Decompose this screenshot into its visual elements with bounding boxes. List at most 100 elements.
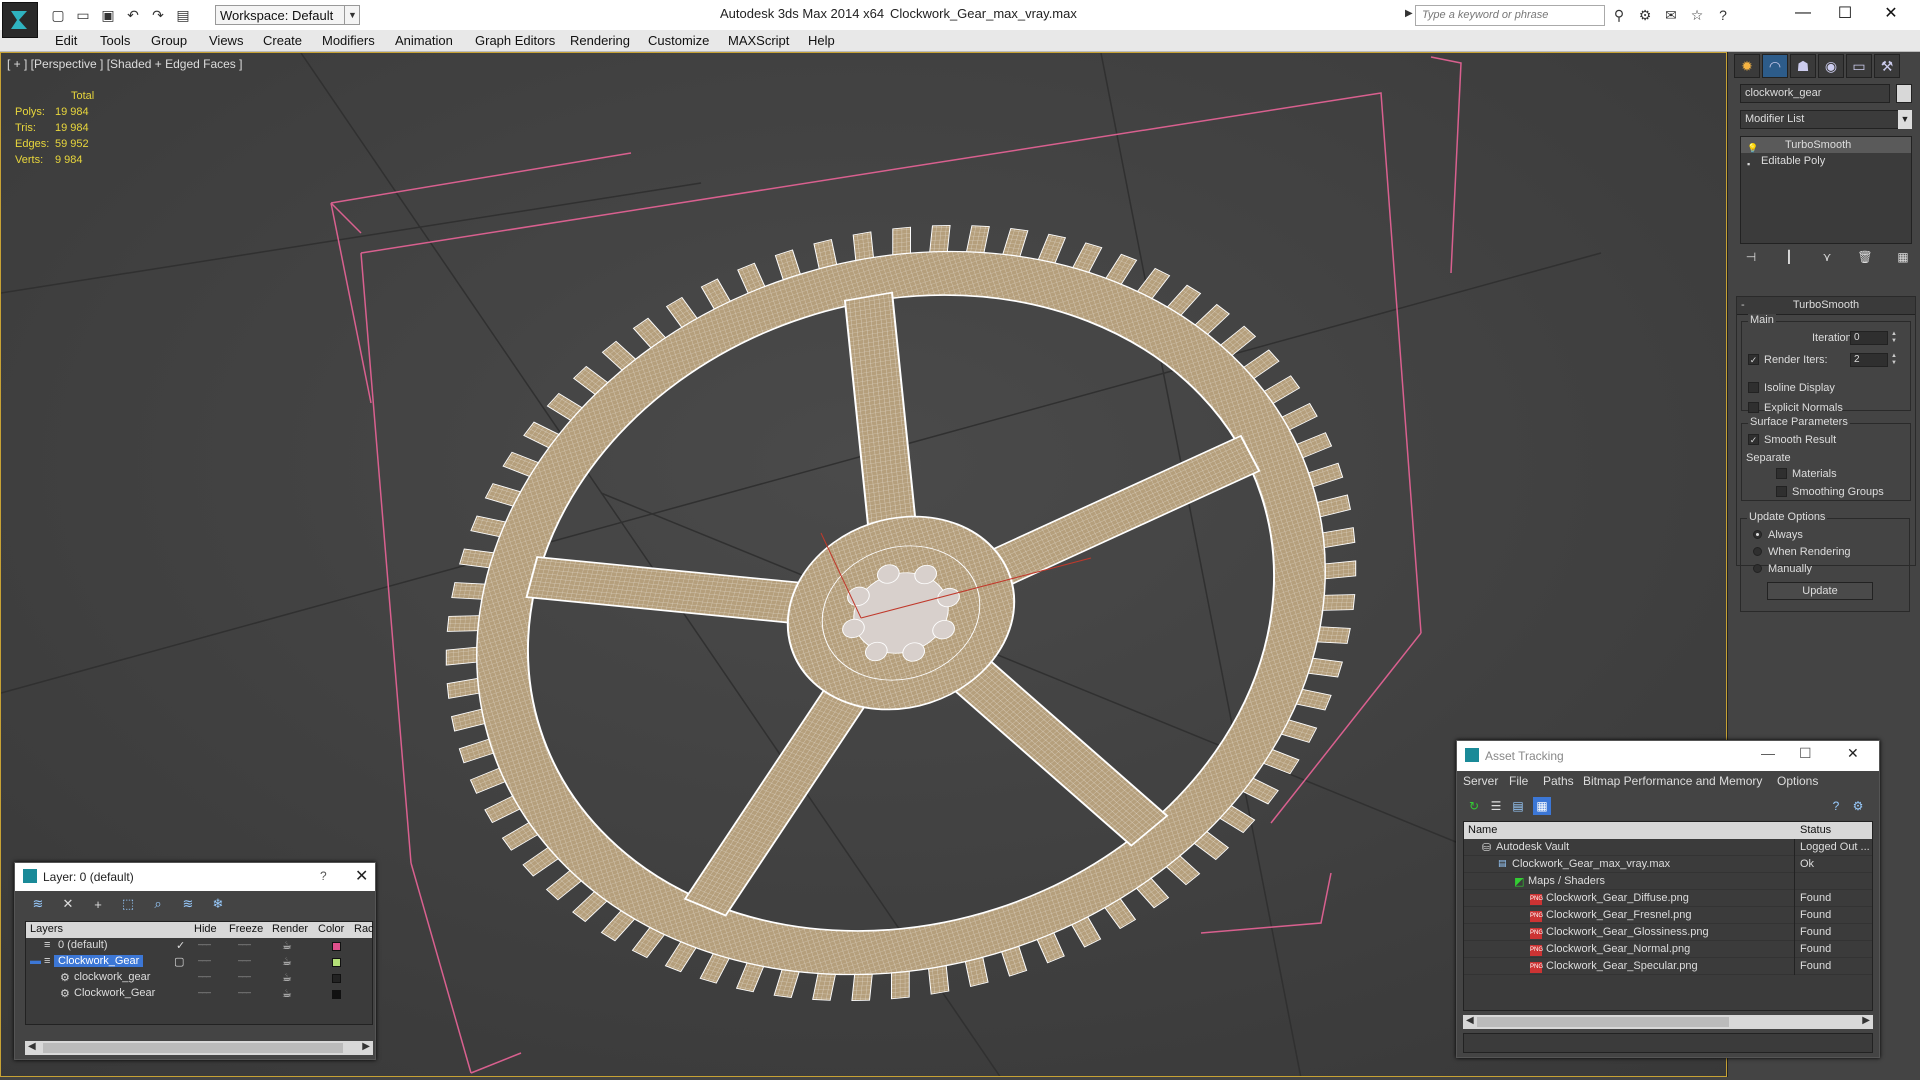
viewport-label[interactable]: [ + ] [Perspective ] [Shaded + Edged Fac… — [7, 57, 242, 71]
menu-edit[interactable]: Edit — [55, 33, 77, 48]
show-end-result-icon[interactable]: ┃ — [1780, 248, 1798, 266]
materials-checkbox[interactable]: Materials — [1776, 467, 1837, 480]
modifier-list-dropdown[interactable]: Modifier List — [1740, 110, 1912, 129]
expand-icon[interactable]: ▬ — [30, 955, 41, 967]
vault-help-icon[interactable]: ? — [1827, 797, 1845, 815]
new-file-icon[interactable]: ▢ — [48, 5, 68, 25]
add-selection-icon[interactable]: ▢ — [174, 955, 184, 968]
add-to-layer-icon[interactable]: + — [89, 895, 107, 913]
spinner-arrows-icon[interactable]: ▲ ▼ — [1890, 331, 1898, 345]
close-icon[interactable]: ✕ — [1847, 745, 1859, 762]
asset-row[interactable]: PNG Clockwork_Gear_Normal.png Found — [1464, 941, 1872, 958]
menu-graph-editors[interactable]: Graph Editors — [475, 33, 555, 48]
subscription-icon[interactable]: ⚙ — [1636, 6, 1654, 24]
layer-name[interactable]: Clockwork_Gear — [74, 987, 155, 999]
menu-options[interactable]: Options — [1777, 774, 1818, 788]
communication-icon[interactable]: ✉ — [1662, 6, 1680, 24]
scroll-right-icon[interactable]: ▶ — [362, 1041, 370, 1052]
layer-color-swatch[interactable] — [332, 958, 341, 967]
select-objects-icon[interactable]: ⬚ — [119, 895, 137, 913]
asset-window-titlebar[interactable]: Asset Tracking — ☐ ✕ — [1457, 741, 1879, 771]
column-freeze[interactable]: Freeze — [229, 923, 263, 935]
app-logo-icon[interactable] — [2, 2, 38, 38]
object-color-swatch[interactable] — [1896, 84, 1912, 103]
column-status[interactable]: Status — [1800, 824, 1831, 836]
iterations-spinner[interactable]: 0 — [1850, 331, 1888, 345]
layer-row[interactable]: ≡ 0 (default) ✓ ––– ––– ☕ — [26, 938, 372, 954]
active-check-icon[interactable]: ✓ — [176, 939, 185, 952]
stack-item-editable-poly[interactable]: ▪ Editable Poly — [1741, 153, 1911, 169]
display-tab-icon[interactable]: ▭ — [1846, 54, 1872, 78]
menu-rendering[interactable]: Rendering — [570, 33, 630, 48]
layer-name[interactable]: 0 (default) — [58, 939, 108, 951]
refresh-icon[interactable]: ↻ — [1465, 797, 1483, 815]
manually-radio[interactable]: Manually — [1753, 563, 1812, 575]
thumbnail-view-icon[interactable]: ▤ — [1509, 797, 1527, 815]
maximize-button[interactable]: ☐ — [1822, 0, 1868, 26]
layer-color-swatch[interactable] — [332, 942, 341, 951]
horizontal-scrollbar[interactable]: ◀ ▶ — [25, 1041, 373, 1055]
asset-row[interactable]: PNG Clockwork_Gear_Diffuse.png Found — [1464, 890, 1872, 907]
menu-customize[interactable]: Customize — [648, 33, 709, 48]
modify-tab-icon[interactable]: ◠ — [1762, 54, 1788, 78]
freeze-all-icon[interactable]: ❄ — [209, 895, 227, 913]
help-button[interactable]: ? — [320, 869, 327, 883]
update-button[interactable]: Update — [1767, 582, 1873, 600]
render-iters-spinner[interactable]: 2 — [1850, 353, 1888, 367]
scroll-left-icon[interactable]: ◀ — [28, 1041, 36, 1052]
layer-color-swatch[interactable] — [332, 990, 341, 999]
render-teapot-icon[interactable]: ☕ — [282, 939, 292, 952]
help-icon[interactable]: ? — [1714, 6, 1732, 24]
when-rendering-radio[interactable]: When Rendering — [1753, 546, 1851, 558]
smoothing-groups-checkbox[interactable]: Smoothing Groups — [1776, 485, 1884, 498]
maximize-icon[interactable]: ☐ — [1799, 745, 1812, 762]
favorites-star-icon[interactable]: ☆ — [1688, 6, 1706, 24]
stack-item-turbosmooth[interactable]: 💡 TurboSmooth — [1741, 137, 1911, 153]
create-tab-icon[interactable]: ✹ — [1734, 54, 1760, 78]
asset-row[interactable]: PNG Clockwork_Gear_Glossiness.png Found — [1464, 924, 1872, 941]
asset-row[interactable]: ▤ Clockwork_Gear_max_vray.max Ok — [1464, 856, 1872, 873]
remove-modifier-icon[interactable]: 🗑 — [1856, 248, 1874, 266]
close-button[interactable]: ✕ — [1868, 0, 1914, 26]
isoline-display-checkbox[interactable]: Isoline Display — [1748, 381, 1835, 394]
render-teapot-icon[interactable]: ☕ — [282, 971, 292, 984]
column-hide[interactable]: Hide — [194, 923, 217, 935]
expand-icon[interactable]: ▪ — [1747, 156, 1750, 172]
object-name-field[interactable]: clockwork_gear — [1740, 84, 1890, 103]
menu-create[interactable]: Create — [263, 33, 302, 48]
layer-name[interactable]: Clockwork_Gear — [54, 955, 144, 967]
undo-icon[interactable]: ↶ — [123, 5, 143, 25]
menu-animation[interactable]: Animation — [395, 33, 453, 48]
pin-stack-icon[interactable]: ⊣ — [1742, 248, 1760, 266]
asset-row[interactable]: ⛁ Autodesk Vault Logged Out ... — [1464, 839, 1872, 856]
menu-views[interactable]: Views — [209, 33, 243, 48]
settings-icon[interactable]: ⚙ — [1849, 797, 1867, 815]
close-icon[interactable]: ✕ — [355, 866, 368, 886]
layer-row[interactable]: ⚙ clockwork_gear ––– ––– ☕ — [26, 970, 372, 986]
menu-server[interactable]: Server — [1463, 774, 1498, 788]
asset-row[interactable]: PNG Clockwork_Gear_Fresnel.png Found — [1464, 907, 1872, 924]
scroll-right-icon[interactable]: ▶ — [1862, 1015, 1870, 1026]
list-view-icon[interactable]: ☰ — [1487, 797, 1505, 815]
menu-maxscript[interactable]: MAXScript — [728, 33, 789, 48]
asset-path-field[interactable] — [1463, 1033, 1873, 1053]
menu-help[interactable]: Help — [808, 33, 835, 48]
menu-modifiers[interactable]: Modifiers — [322, 33, 375, 48]
layer-row[interactable]: ⚙ Clockwork_Gear ––– ––– ☕ — [26, 986, 372, 1002]
horizontal-scrollbar[interactable]: ◀ ▶ — [1463, 1015, 1873, 1029]
scroll-left-icon[interactable]: ◀ — [1466, 1015, 1474, 1026]
workspace-dropdown[interactable]: Workspace: Default — [215, 5, 360, 25]
project-folder-icon[interactable]: ▤ — [173, 5, 193, 25]
configure-sets-icon[interactable]: ▦ — [1894, 248, 1912, 266]
menu-paths[interactable]: Paths — [1543, 774, 1574, 788]
always-radio[interactable]: Always — [1753, 529, 1803, 541]
scrollbar-thumb[interactable] — [1477, 1017, 1729, 1027]
motion-tab-icon[interactable]: ◉ — [1818, 54, 1844, 78]
hierarchy-tab-icon[interactable]: ☗ — [1790, 54, 1816, 78]
layer-name[interactable]: clockwork_gear — [74, 971, 150, 983]
layer-row[interactable]: ▬ ≡ Clockwork_Gear ▢ ––– ––– ☕ — [26, 954, 372, 970]
column-render[interactable]: Render — [272, 923, 308, 935]
minimize-button[interactable]: — — [1780, 0, 1826, 26]
column-name[interactable]: Name — [1468, 824, 1497, 836]
minimize-icon[interactable]: — — [1761, 745, 1775, 761]
